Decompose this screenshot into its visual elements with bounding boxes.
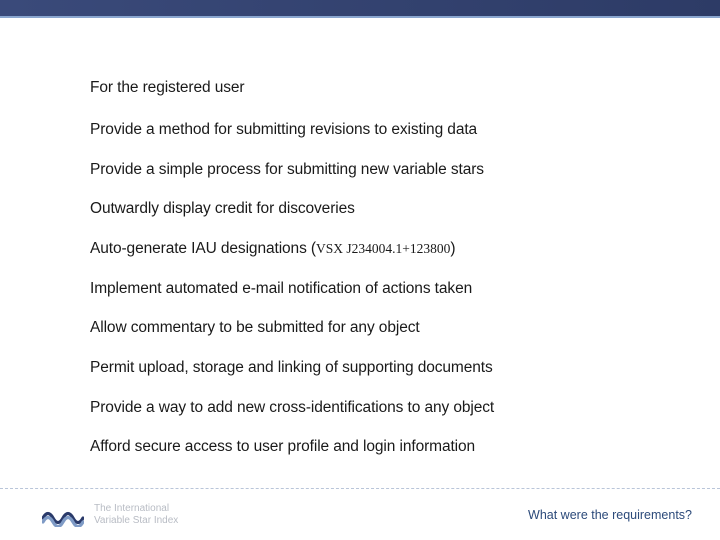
bullet-line: Provide a way to add new cross-identific… <box>90 398 660 418</box>
footer-caption: What were the requirements? <box>528 508 692 522</box>
brand-line-1: The International <box>94 503 178 515</box>
brand-line-2: Variable Star Index <box>94 515 178 527</box>
line-prefix: Auto-generate IAU designations ( <box>90 240 316 257</box>
bullet-line: Outwardly display credit for discoveries <box>90 199 660 219</box>
line-suffix: ) <box>450 240 455 257</box>
bullet-line: Permit upload, storage and linking of su… <box>90 358 660 378</box>
footer: The International Variable Star Index Wh… <box>0 488 720 540</box>
brand-text: The International Variable Star Index <box>94 503 178 527</box>
footer-divider <box>0 488 720 489</box>
bullet-line: Afford secure access to user profile and… <box>90 437 660 457</box>
header-bar <box>0 0 720 16</box>
bullet-line: Provide a simple process for submitting … <box>90 160 660 180</box>
content-area: For the registered user Provide a method… <box>90 78 660 480</box>
brand-block: The International Variable Star Index <box>42 503 178 527</box>
heading-line: For the registered user <box>90 78 660 98</box>
header-accent <box>0 16 720 18</box>
wave-logo-icon <box>42 503 84 527</box>
bullet-line: Provide a method for submitting revision… <box>90 120 660 140</box>
iau-designation-example: VSX J234004.1+123800 <box>316 241 450 256</box>
footer-inner: The International Variable Star Index Wh… <box>42 500 692 530</box>
bullet-line: Implement automated e-mail notification … <box>90 279 660 299</box>
bullet-line: Auto-generate IAU designations (VSX J234… <box>90 239 660 259</box>
bullet-line: Allow commentary to be submitted for any… <box>90 318 660 338</box>
